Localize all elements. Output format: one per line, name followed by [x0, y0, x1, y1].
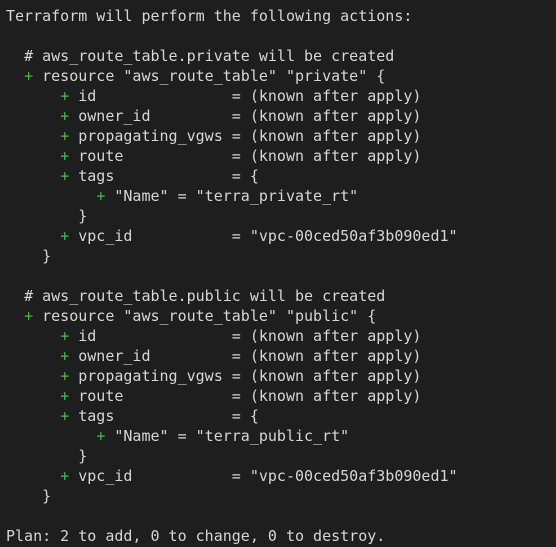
attr-text: tags = { — [78, 167, 259, 185]
resource-close: } — [0, 246, 556, 266]
plan-summary: Plan: 2 to add, 0 to change, 0 to destro… — [0, 526, 556, 546]
brace-text: } — [42, 247, 52, 265]
plus-icon: + — [60, 127, 70, 145]
plus-icon: + — [60, 347, 70, 365]
resource-comment-text: # aws_route_table.private will be create… — [24, 47, 395, 65]
attr-tags-close: } — [0, 446, 556, 466]
plus-icon: + — [60, 327, 70, 345]
plus-icon: + — [96, 187, 106, 205]
attr-text: vpc_id = "vpc-00ced50af3b090ed1" — [78, 227, 458, 245]
plus-icon: + — [60, 107, 70, 125]
resource-close: } — [0, 486, 556, 506]
resource-decl-text: resource "aws_route_table" "public" { — [42, 307, 377, 325]
brace-text: } — [78, 207, 88, 225]
resource-decl-private: + resource "aws_route_table" "private" { — [0, 66, 556, 86]
attr-id: + id = (known after apply) — [0, 86, 556, 106]
attr-text: id = (known after apply) — [78, 327, 422, 345]
resource-decl-public: + resource "aws_route_table" "public" { — [0, 306, 556, 326]
attr-route: + route = (known after apply) — [0, 146, 556, 166]
attr-text: owner_id = (known after apply) — [78, 107, 422, 125]
terraform-header: Terraform will perform the following act… — [0, 6, 556, 26]
attr-text: propagating_vgws = (known after apply) — [78, 127, 422, 145]
terminal-output: Terraform will perform the following act… — [0, 0, 556, 547]
attr-vpc-id: + vpc_id = "vpc-00ced50af3b090ed1" — [0, 466, 556, 486]
attr-text: propagating_vgws = (known after apply) — [78, 367, 422, 385]
brace-text: } — [42, 487, 52, 505]
resource-comment-text: # aws_route_table.public will be created — [24, 287, 386, 305]
attr-text: route = (known after apply) — [78, 147, 422, 165]
brace-text: } — [78, 447, 88, 465]
resource-decl-text: resource "aws_route_table" "private" { — [42, 67, 386, 85]
plus-icon: + — [96, 427, 106, 445]
plus-icon: + — [60, 227, 70, 245]
resource-comment-private: # aws_route_table.private will be create… — [0, 46, 556, 66]
plus-icon: + — [60, 467, 70, 485]
attr-text: "Name" = "terra_private_rt" — [114, 187, 359, 205]
plus-icon: + — [60, 407, 70, 425]
plus-icon: + — [24, 307, 34, 325]
attr-propagating-vgws: + propagating_vgws = (known after apply) — [0, 126, 556, 146]
attr-tags-close: } — [0, 206, 556, 226]
attr-text: vpc_id = "vpc-00ced50af3b090ed1" — [78, 467, 458, 485]
plus-icon: + — [60, 167, 70, 185]
attr-tags: + tags = { — [0, 406, 556, 426]
attr-tags: + tags = { — [0, 166, 556, 186]
attr-tag-name: + "Name" = "terra_public_rt" — [0, 426, 556, 446]
attr-owner-id: + owner_id = (known after apply) — [0, 346, 556, 366]
plan-text: Plan: 2 to add, 0 to change, 0 to destro… — [6, 527, 386, 545]
attr-vpc-id: + vpc_id = "vpc-00ced50af3b090ed1" — [0, 226, 556, 246]
attr-owner-id: + owner_id = (known after apply) — [0, 106, 556, 126]
plus-icon: + — [24, 67, 34, 85]
plus-icon: + — [60, 387, 70, 405]
resource-comment-public: # aws_route_table.public will be created — [0, 286, 556, 306]
attr-tag-name: + "Name" = "terra_private_rt" — [0, 186, 556, 206]
attr-text: "Name" = "terra_public_rt" — [114, 427, 350, 445]
attr-text: route = (known after apply) — [78, 387, 422, 405]
plus-icon: + — [60, 87, 70, 105]
attr-text: id = (known after apply) — [78, 87, 422, 105]
header-text: Terraform will perform the following act… — [6, 7, 413, 25]
attr-text: owner_id = (known after apply) — [78, 347, 422, 365]
attr-id: + id = (known after apply) — [0, 326, 556, 346]
attr-text: tags = { — [78, 407, 259, 425]
attr-route: + route = (known after apply) — [0, 386, 556, 406]
attr-propagating-vgws: + propagating_vgws = (known after apply) — [0, 366, 556, 386]
plus-icon: + — [60, 147, 70, 165]
plus-icon: + — [60, 367, 70, 385]
